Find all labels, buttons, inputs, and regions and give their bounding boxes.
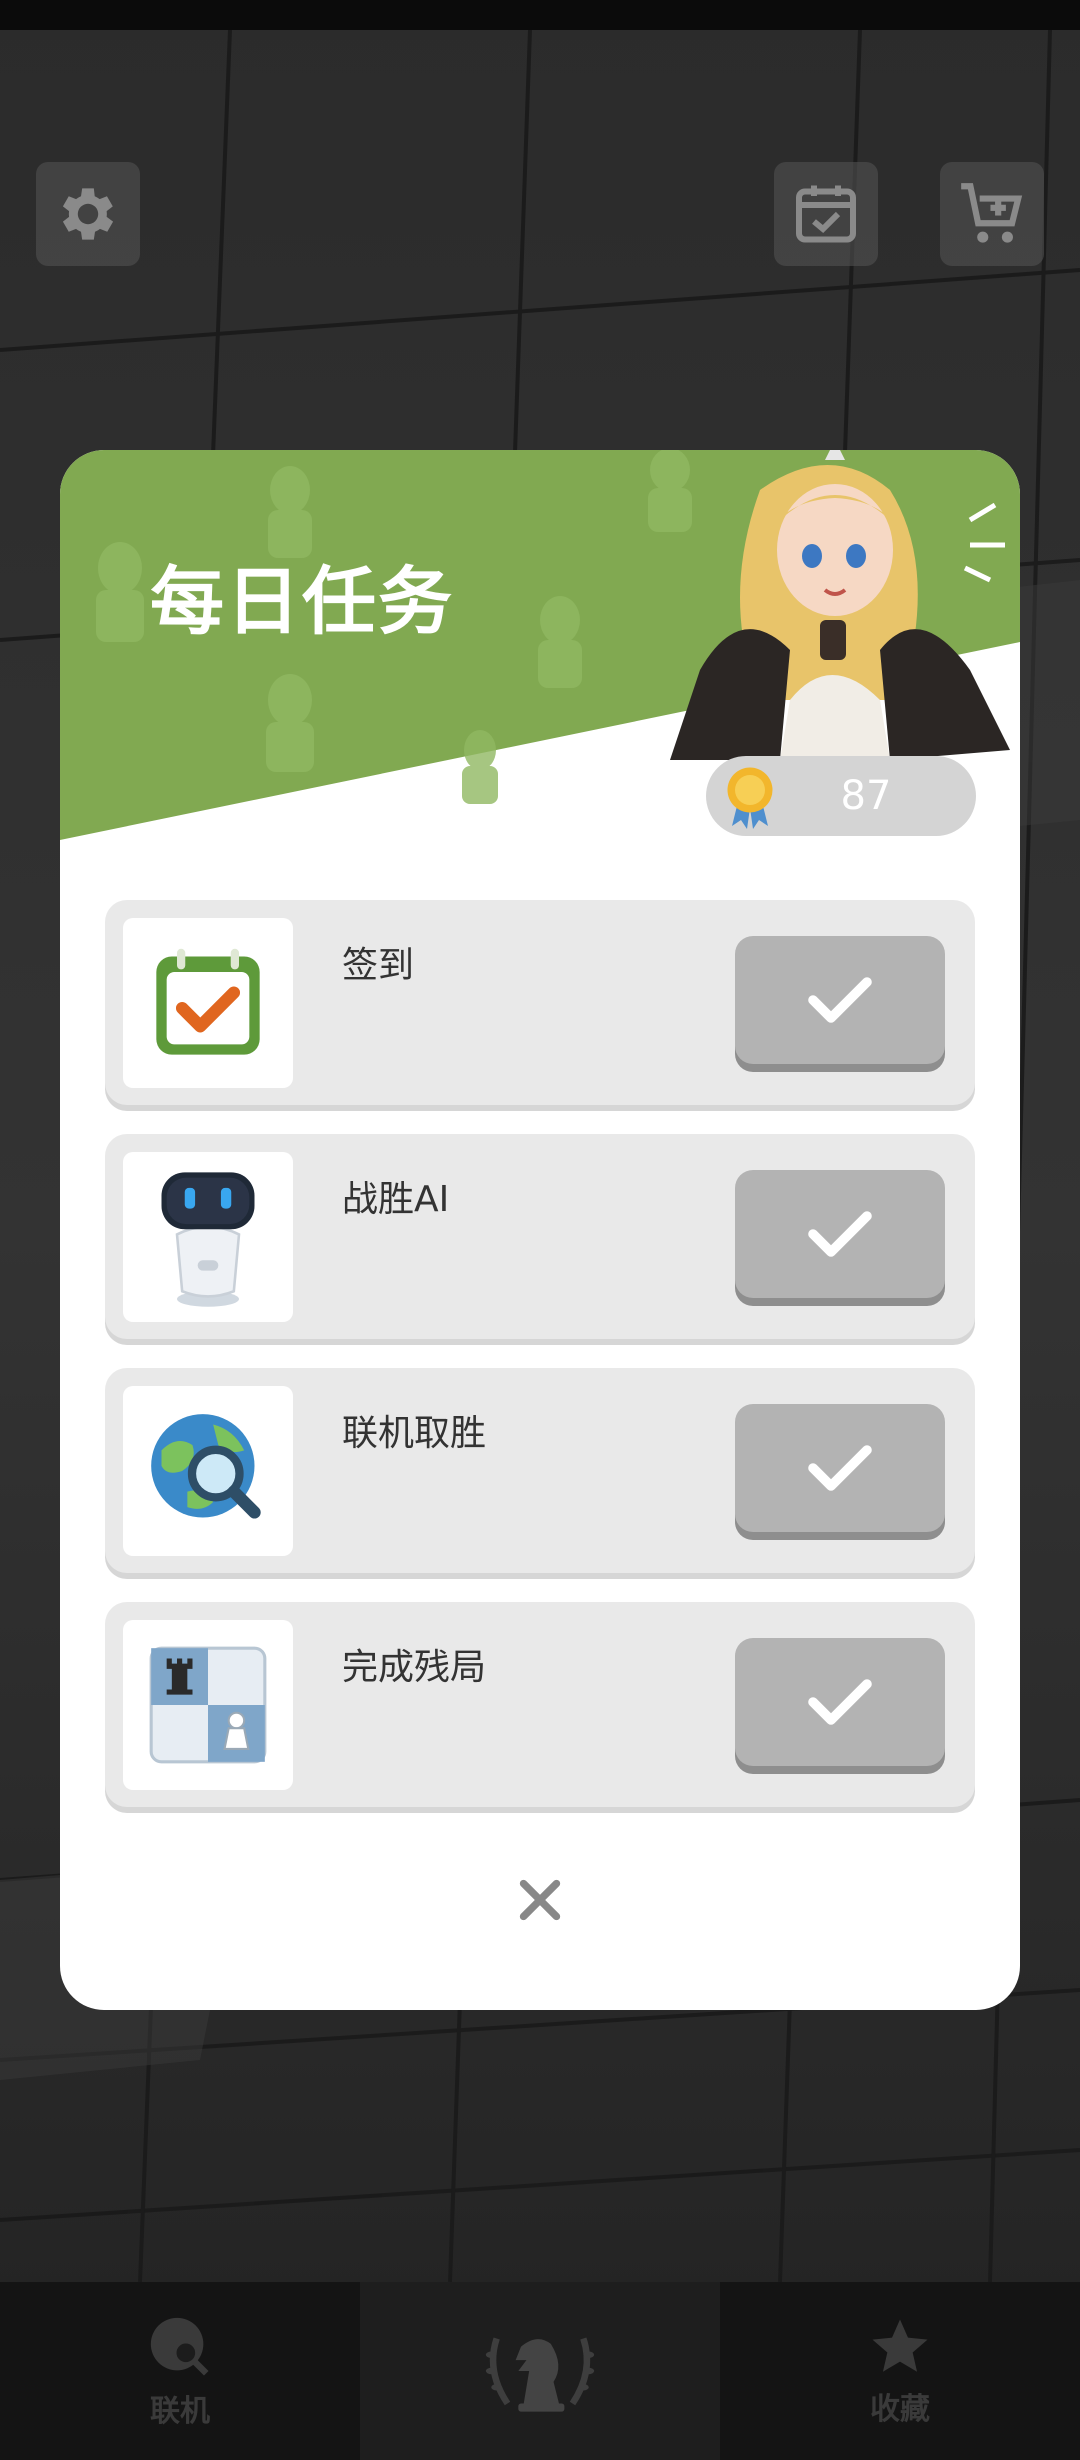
- task-icon-box: [123, 1386, 293, 1556]
- nav-item-favorites[interactable]: 收藏: [720, 2282, 1080, 2460]
- calendar-icon: [796, 185, 856, 243]
- status-bar: [0, 0, 1080, 30]
- bottom-nav: 联机 收藏: [0, 2282, 1080, 2460]
- gear-icon: [62, 188, 114, 240]
- nav-item-online[interactable]: 联机: [0, 2282, 360, 2460]
- task-label: 战胜AI: [342, 1179, 450, 1220]
- task-claim-button[interactable]: [735, 1170, 945, 1298]
- cart-plus-icon: [961, 183, 1023, 243]
- close-button[interactable]: [500, 1860, 580, 1940]
- star-icon: [872, 2319, 928, 2372]
- task-icon-box: [123, 918, 293, 1088]
- settings-button[interactable]: [36, 162, 140, 266]
- calendar-check-icon: [156, 948, 260, 1055]
- nav-label: 收藏: [870, 2392, 930, 2427]
- task-claim-button[interactable]: [735, 1404, 945, 1532]
- task-claim-button[interactable]: [735, 1638, 945, 1766]
- dialog-title: 每日任务: [150, 559, 454, 645]
- nav-item-home[interactable]: [360, 2282, 720, 2460]
- check-icon: [808, 1679, 872, 1725]
- medal-icon: [727, 767, 773, 829]
- task-row-online-win: 联机取胜: [105, 1368, 975, 1573]
- task-label: 完成残局: [342, 1647, 487, 1688]
- globe-search-icon: [151, 1414, 261, 1519]
- globe-search-icon: [150, 2317, 209, 2376]
- check-icon: [808, 1445, 872, 1491]
- knight-laurel-icon: [485, 2337, 595, 2412]
- mascot-character: [670, 450, 1010, 760]
- daily-task-button[interactable]: [774, 162, 878, 266]
- task-row-endgame: 完成残局: [105, 1602, 975, 1807]
- task-icon-box: [123, 1620, 293, 1790]
- check-icon: [808, 1211, 872, 1257]
- shop-button[interactable]: [940, 162, 1044, 266]
- coin-value: 87: [840, 773, 892, 819]
- chessboard-icon: [149, 1646, 267, 1764]
- app-screen: 每日任务 87 签到 战胜AI 联机取胜 完成残局 联机 收藏: [0, 0, 1080, 2460]
- robot-icon: [161, 1172, 255, 1307]
- task-label: 签到: [342, 945, 415, 986]
- coin-balance: 87: [706, 756, 976, 836]
- task-row-checkin: 签到: [105, 900, 975, 1105]
- check-icon: [808, 977, 872, 1023]
- task-label: 联机取胜: [342, 1413, 487, 1454]
- task-row-beat-ai: 战胜AI: [105, 1134, 975, 1339]
- nav-label: 联机: [150, 2394, 210, 2429]
- task-claim-button[interactable]: [735, 936, 945, 1064]
- close-icon: [519, 1879, 561, 1921]
- task-icon-box: [123, 1152, 293, 1322]
- daily-task-dialog: 每日任务 87 签到 战胜AI 联机取胜 完成残局: [60, 450, 1020, 2010]
